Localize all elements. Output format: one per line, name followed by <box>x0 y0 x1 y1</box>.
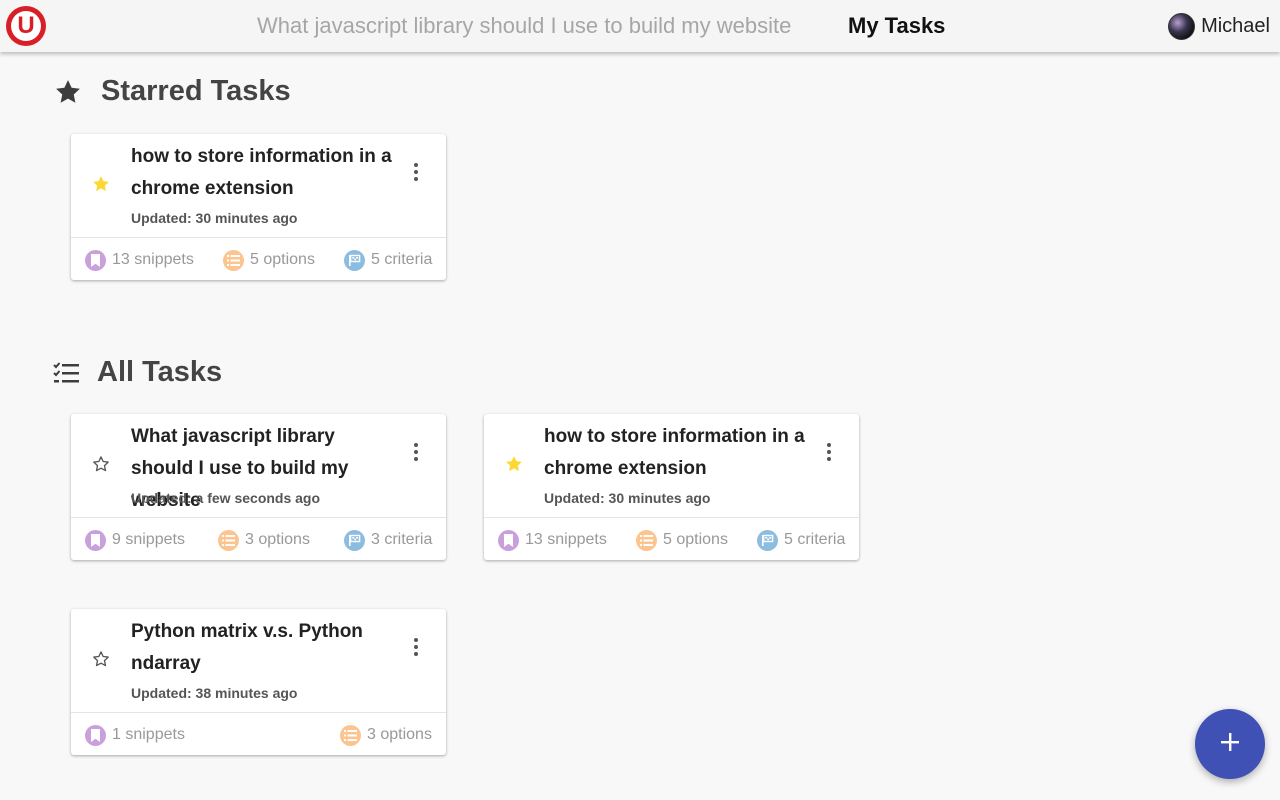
snippets-count: 13 snippets <box>85 249 194 271</box>
star-icon <box>53 77 83 107</box>
card-body: how to store information in a chrome ext… <box>484 414 859 517</box>
snippets-label: 13 snippets <box>112 251 194 268</box>
list-icon <box>218 529 239 551</box>
star-toggle-icon[interactable] <box>91 174 111 194</box>
card-footer: 9 snippets 3 options 3 criteria <box>71 517 446 560</box>
more-vert-icon[interactable] <box>406 162 426 182</box>
add-task-button[interactable] <box>1195 709 1265 779</box>
flag-icon <box>344 529 365 551</box>
more-vert-icon[interactable] <box>406 637 426 657</box>
task-updated: Updated: a few seconds ago <box>131 490 321 506</box>
task-updated: Updated: 30 minutes ago <box>131 210 298 226</box>
flag-icon <box>344 249 365 271</box>
section-title: Starred Tasks <box>101 75 291 107</box>
avatar <box>1168 12 1196 40</box>
criteria-count: 3 criteria <box>344 529 432 551</box>
list-icon <box>340 724 361 746</box>
options-label: 5 options <box>663 531 728 548</box>
all-tasks-section-header: All Tasks <box>53 356 222 389</box>
snippets-count: 9 snippets <box>85 529 185 551</box>
user-menu[interactable]: Michael <box>1168 12 1270 40</box>
criteria-label: 3 criteria <box>371 531 433 548</box>
task-card[interactable]: how to store information in a chrome ext… <box>484 414 859 560</box>
options-label: 3 options <box>245 531 310 548</box>
card-footer: 1 snippets 3 options <box>71 712 446 755</box>
options-label: 3 options <box>367 726 432 743</box>
task-card[interactable]: how to store information in a chrome ext… <box>71 134 446 280</box>
task-title[interactable]: Python matrix v.s. Python ndarray <box>131 616 401 680</box>
task-card[interactable]: Python matrix v.s. Python ndarray Update… <box>71 609 446 755</box>
app-logo[interactable]: U <box>6 6 46 46</box>
card-footer: 13 snippets 5 options 5 criteria <box>71 237 446 280</box>
plus-icon <box>1219 731 1241 758</box>
snippets-label: 13 snippets <box>525 531 607 548</box>
criteria-count: 5 criteria <box>344 249 432 271</box>
flag-icon <box>757 529 778 551</box>
task-title[interactable]: how to store information in a chrome ext… <box>544 421 814 485</box>
top-bar: U What javascript library should I use t… <box>0 0 1280 52</box>
options-label: 5 options <box>250 251 315 268</box>
task-card[interactable]: What javascript library should I use to … <box>71 414 446 560</box>
tab-current-task[interactable]: What javascript library should I use to … <box>257 13 791 39</box>
checklist-icon <box>53 361 79 385</box>
options-count: 5 options <box>636 529 728 551</box>
snippets-count: 13 snippets <box>498 529 607 551</box>
star-toggle-icon[interactable] <box>504 454 524 474</box>
snippets-label: 9 snippets <box>112 531 185 548</box>
user-name: Michael <box>1201 14 1270 37</box>
star-outline-icon[interactable] <box>91 454 111 474</box>
task-updated: Updated: 30 minutes ago <box>544 490 711 506</box>
task-title[interactable]: how to store information in a chrome ext… <box>131 141 401 205</box>
starred-section-header: Starred Tasks <box>53 75 291 108</box>
options-count: 3 options <box>218 529 310 551</box>
list-icon <box>223 249 244 271</box>
card-body: What javascript library should I use to … <box>71 414 446 517</box>
options-count: 5 options <box>223 249 315 271</box>
star-outline-icon[interactable] <box>91 649 111 669</box>
tab-my-tasks[interactable]: My Tasks <box>848 13 945 39</box>
options-count: 3 options <box>340 724 432 746</box>
criteria-count: 5 criteria <box>757 529 845 551</box>
criteria-label: 5 criteria <box>784 531 846 548</box>
card-footer: 13 snippets 5 options 5 criteria <box>484 517 859 560</box>
snippets-label: 1 snippets <box>112 726 185 743</box>
bookmark-icon <box>85 724 106 746</box>
more-vert-icon[interactable] <box>819 442 839 462</box>
bookmark-icon <box>85 529 106 551</box>
more-vert-icon[interactable] <box>406 442 426 462</box>
card-body: how to store information in a chrome ext… <box>71 134 446 237</box>
card-body: Python matrix v.s. Python ndarray Update… <box>71 609 446 712</box>
logo-letter: U <box>11 11 41 41</box>
task-updated: Updated: 38 minutes ago <box>131 685 298 701</box>
criteria-label: 5 criteria <box>371 251 433 268</box>
snippets-count: 1 snippets <box>85 724 185 746</box>
bookmark-icon <box>498 529 519 551</box>
bookmark-icon <box>85 249 106 271</box>
list-icon <box>636 529 657 551</box>
section-title: All Tasks <box>97 356 223 388</box>
